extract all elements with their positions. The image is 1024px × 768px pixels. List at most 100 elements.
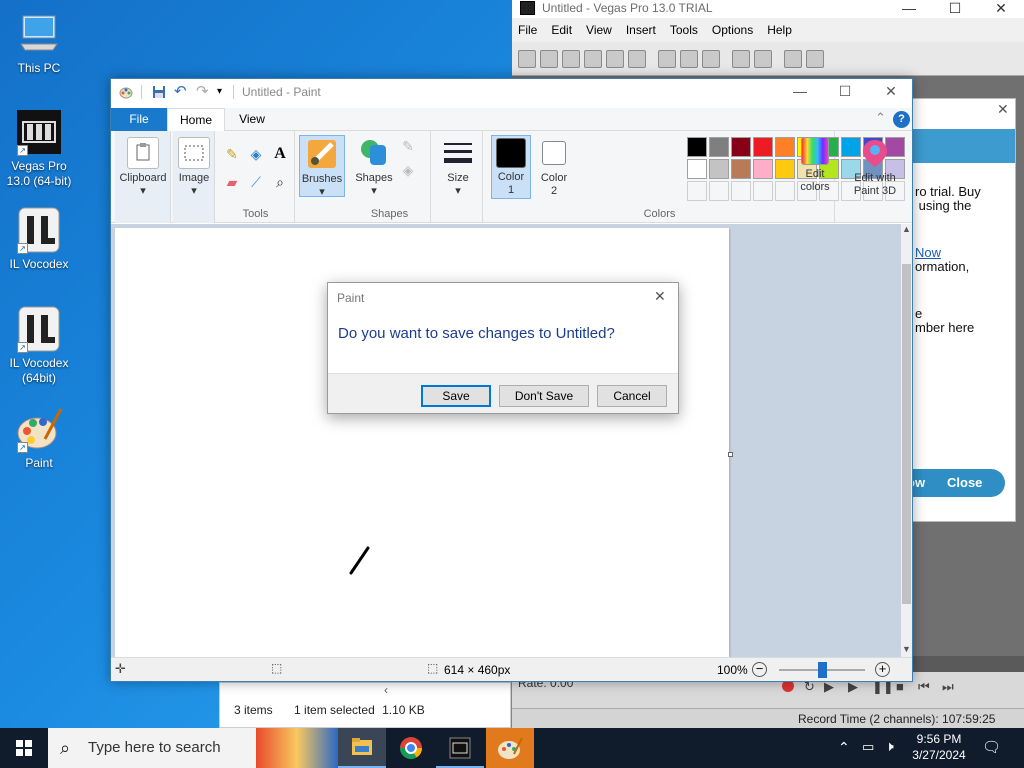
- redo-icon[interactable]: [754, 49, 772, 68]
- redo-icon[interactable]: ↷: [196, 84, 210, 99]
- pencil-icon[interactable]: ✎: [223, 145, 241, 163]
- palette-swatch[interactable]: [775, 159, 795, 179]
- zoom-slider-thumb[interactable]: [818, 662, 827, 678]
- menu-help[interactable]: Help: [767, 23, 792, 37]
- color-picker-icon[interactable]: ⟋: [247, 173, 265, 191]
- palette-swatch[interactable]: [687, 137, 707, 157]
- volume-muted-icon[interactable]: 🕨: [885, 738, 894, 755]
- news-widget-icon[interactable]: [256, 728, 338, 768]
- palette-swatch[interactable]: [775, 137, 795, 157]
- trial-close-button[interactable]: Close: [947, 469, 982, 497]
- clock[interactable]: 9:56 PM 3/27/2024: [906, 731, 972, 763]
- eraser-icon[interactable]: ▰: [223, 173, 241, 191]
- trial-buy-button[interactable]: ow: [913, 469, 925, 497]
- maximize-icon[interactable]: ☐: [830, 83, 860, 100]
- save-icon[interactable]: [562, 49, 580, 68]
- scroll-down-icon[interactable]: ▼: [902, 644, 911, 654]
- save-as-icon[interactable]: [584, 49, 602, 68]
- desktop-icon-this-pc[interactable]: This PC: [4, 10, 74, 76]
- save-icon[interactable]: [152, 85, 166, 99]
- customize-qat-icon[interactable]: ▾: [217, 85, 231, 99]
- custom-color-slot[interactable]: [709, 181, 729, 201]
- minimize-icon[interactable]: —: [894, 0, 924, 16]
- paint-taskbar-icon[interactable]: [486, 728, 534, 768]
- custom-color-slot[interactable]: [687, 181, 707, 201]
- color1-button[interactable]: Color 1: [491, 135, 531, 199]
- network-icon[interactable]: ▭: [862, 739, 874, 755]
- envelope-tool-icon[interactable]: [806, 49, 824, 68]
- file-explorer-icon[interactable]: [338, 728, 386, 768]
- open-folder-icon[interactable]: [540, 49, 558, 68]
- copy-icon[interactable]: [680, 49, 698, 68]
- palette-swatch[interactable]: [709, 159, 729, 179]
- close-icon[interactable]: ✕: [997, 101, 1009, 118]
- brushes-button[interactable]: Brushes ▾: [299, 135, 345, 198]
- scrollbar-thumb[interactable]: [902, 264, 911, 604]
- custom-color-slot[interactable]: [731, 181, 751, 201]
- edit-with-paint3d-button[interactable]: Edit with Paint 3D: [843, 137, 907, 198]
- chevron-left-icon[interactable]: ‹: [384, 683, 388, 697]
- tab-file[interactable]: File: [111, 108, 167, 131]
- cancel-button[interactable]: Cancel: [597, 385, 667, 407]
- palette-swatch[interactable]: [731, 159, 751, 179]
- notifications-icon[interactable]: 🗨: [982, 738, 1001, 756]
- shapes-button[interactable]: Shapes ▾: [355, 137, 393, 198]
- custom-color-slot[interactable]: [753, 181, 773, 201]
- taskbar-search-box[interactable]: ⌕ Type here to search: [48, 728, 256, 768]
- edit-tool-icon[interactable]: [784, 49, 802, 68]
- fill-bucket-icon[interactable]: ◈: [247, 145, 265, 163]
- go-to-start-icon[interactable]: ⏮: [918, 679, 930, 695]
- vertical-scrollbar[interactable]: ▲ ▼: [901, 224, 912, 657]
- scroll-up-icon[interactable]: ▲: [902, 224, 911, 234]
- edit-colors-button[interactable]: Edit colors: [797, 137, 833, 194]
- undo-icon[interactable]: ↶: [174, 84, 188, 99]
- palette-swatch[interactable]: [709, 137, 729, 157]
- cut-icon[interactable]: [658, 49, 676, 68]
- menu-insert[interactable]: Insert: [626, 23, 656, 37]
- zoom-in-icon[interactable]: +: [875, 662, 890, 677]
- desktop-icon-il-vocodex[interactable]: ↗ IL Vocodex: [4, 206, 74, 272]
- render-icon[interactable]: [606, 49, 624, 68]
- image-button[interactable]: Image ▾: [173, 137, 215, 198]
- properties-icon[interactable]: [628, 49, 646, 68]
- palette-swatch[interactable]: [687, 159, 707, 179]
- undo-icon[interactable]: [732, 49, 750, 68]
- tab-view[interactable]: View: [229, 108, 275, 131]
- menu-view[interactable]: View: [586, 23, 612, 37]
- dont-save-button[interactable]: Don't Save: [499, 385, 589, 407]
- minimize-icon[interactable]: —: [785, 83, 815, 99]
- chevron-up-icon[interactable]: ⌃: [838, 739, 850, 756]
- go-to-end-icon[interactable]: ⏭: [942, 679, 954, 695]
- palette-swatch[interactable]: [753, 159, 773, 179]
- menu-edit[interactable]: Edit: [551, 23, 572, 37]
- outline-icon[interactable]: ✎: [399, 137, 417, 155]
- close-icon[interactable]: ✕: [986, 0, 1016, 16]
- magnifier-icon[interactable]: ⌕: [271, 173, 289, 191]
- close-icon[interactable]: ✕: [876, 83, 906, 100]
- text-tool-icon[interactable]: A: [271, 145, 289, 163]
- help-icon[interactable]: ?: [893, 111, 910, 128]
- palette-swatch[interactable]: [731, 137, 751, 157]
- fill-icon[interactable]: ◈: [399, 161, 417, 179]
- tab-home[interactable]: Home: [167, 108, 225, 131]
- clipboard-button[interactable]: Clipboard ▾: [115, 137, 171, 198]
- chrome-icon[interactable]: [387, 728, 435, 768]
- size-button[interactable]: Size ▾: [437, 137, 479, 198]
- new-file-icon[interactable]: [518, 49, 536, 68]
- custom-color-slot[interactable]: [775, 181, 795, 201]
- menu-options[interactable]: Options: [712, 23, 753, 37]
- paste-icon[interactable]: [702, 49, 720, 68]
- resize-handle[interactable]: [728, 452, 733, 457]
- desktop-icon-il-vocodex-64[interactable]: ↗ IL Vocodex (64bit): [4, 305, 74, 386]
- collapse-ribbon-icon[interactable]: ⌃: [875, 110, 886, 126]
- trial-buy-link[interactable]: Now: [915, 246, 941, 260]
- color2-button[interactable]: Color 2: [535, 135, 573, 199]
- menu-file[interactable]: File: [518, 23, 537, 37]
- palette-swatch[interactable]: [753, 137, 773, 157]
- desktop-icon-paint[interactable]: ↗ Paint: [4, 405, 74, 471]
- close-icon[interactable]: ✕: [654, 288, 666, 305]
- start-button[interactable]: [0, 728, 48, 768]
- desktop-icon-vegas-pro[interactable]: ↗ Vegas Pro 13.0 (64-bit): [4, 108, 74, 189]
- zoom-out-icon[interactable]: −: [752, 662, 767, 677]
- vegas-pro-taskbar-icon[interactable]: [436, 728, 484, 768]
